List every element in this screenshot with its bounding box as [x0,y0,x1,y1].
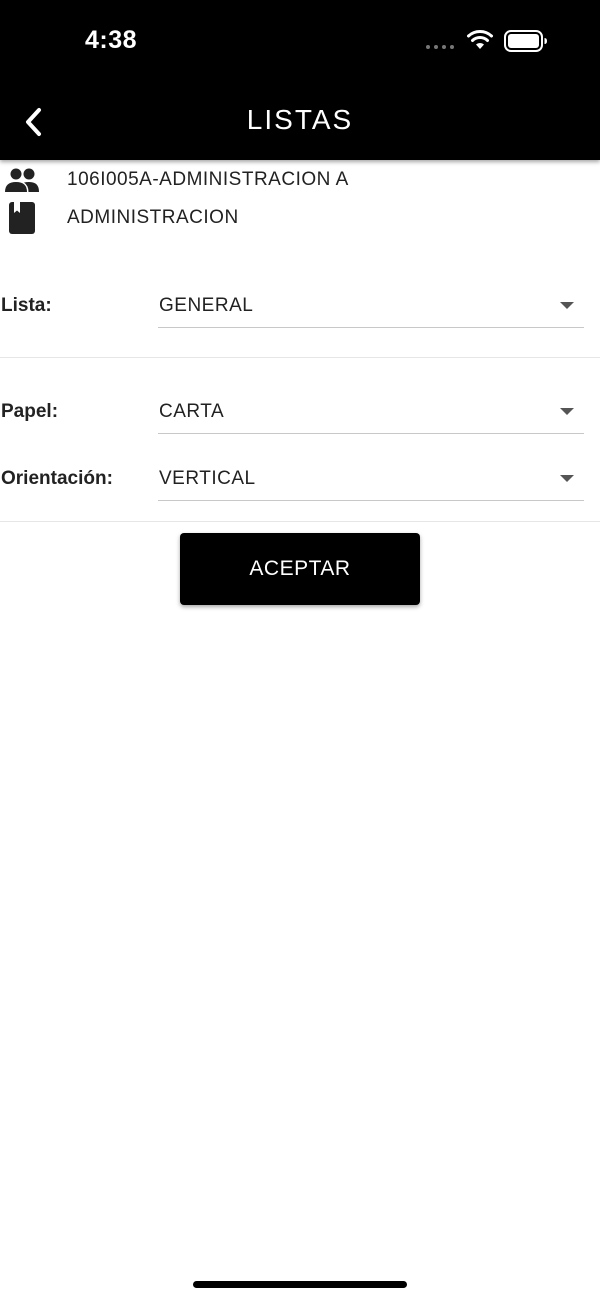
subject-row: ADMINISTRACION [0,201,600,235]
lista-label: Lista: [1,295,52,316]
back-button[interactable] [14,102,52,142]
orientacion-label: Orientación: [1,468,113,489]
book-icon [2,201,42,235]
app-bar: LISTAS [0,82,600,160]
battery-icon [504,30,547,52]
status-time: 4:38 [85,26,138,54]
papel-label: Papel: [1,401,59,422]
chevron-left-icon [26,108,41,136]
divider [0,521,600,522]
dropdown-arrow-icon [560,302,574,309]
page-title: LISTAS [246,104,354,135]
dropdown-arrow-icon [560,475,574,482]
home-indicator[interactable] [193,1281,407,1288]
accept-button[interactable]: ACEPTAR [180,533,420,605]
orientacion-select-value: VERTICAL [159,468,256,489]
group-row: 106I005A-ADMINISTRACION A [0,163,600,197]
lista-select[interactable]: GENERAL [158,283,584,328]
dropdown-arrow-icon [560,408,574,415]
people-icon [2,163,42,197]
status-bar: 4:38 [0,0,600,82]
papel-select-value: CARTA [159,401,225,422]
group-text: 106I005A-ADMINISTRACION A [67,169,349,190]
orientacion-select[interactable]: VERTICAL [158,456,584,501]
lista-select-value: GENERAL [159,295,254,316]
wifi-icon [467,30,493,49]
divider [0,357,600,358]
papel-select[interactable]: CARTA [158,389,584,434]
subject-text: ADMINISTRACION [67,207,239,228]
cellular-signal-icon [426,45,454,49]
